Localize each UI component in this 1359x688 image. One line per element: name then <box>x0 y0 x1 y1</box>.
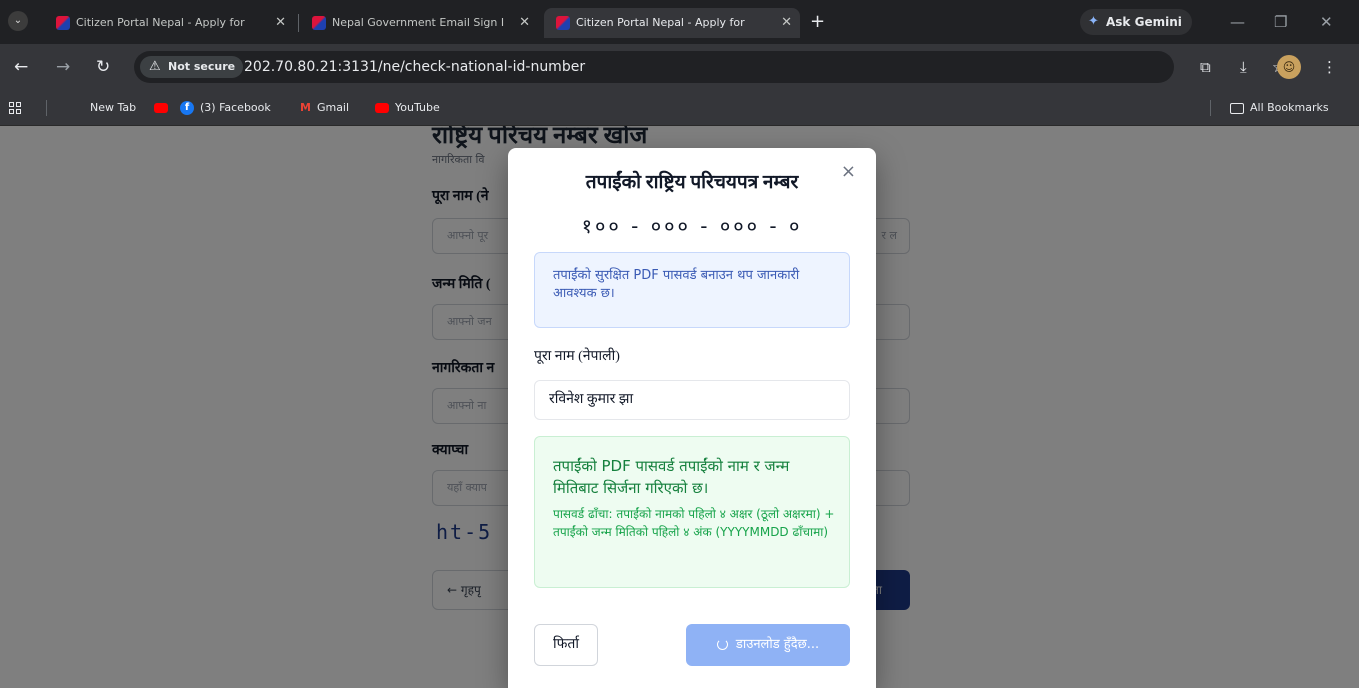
address-bar[interactable]: ⚠ Not secure 202.70.80.21:3131/ne/check-… <box>134 51 1285 83</box>
back-button[interactable]: फिर्ता <box>534 624 598 666</box>
facebook-icon: f <box>180 101 194 115</box>
more-menu-icon[interactable]: ⋮ <box>1322 56 1337 78</box>
warning-triangle-icon: ⚠ <box>149 59 161 74</box>
close-tab-icon[interactable]: ✕ <box>519 8 530 38</box>
fullname-nepali-input[interactable]: रविनेश कुमार झा <box>534 380 850 420</box>
tab-email-signin[interactable]: Nepal Government Email Sign I ✕ <box>300 8 538 38</box>
ask-gemini-button[interactable]: ✦ Ask Gemini <box>1080 9 1192 35</box>
tab-strip: ⌄ Citizen Portal Nepal - Apply for ✕ Nep… <box>0 0 1359 44</box>
toolbar: ← → ↻ ⚠ Not secure 202.70.80.21:3131/ne/… <box>0 44 1359 90</box>
password-info-alert: तपाईंको PDF पासवर्ड तपाईंको नाम र जन्म म… <box>534 436 850 588</box>
nepal-flag-icon <box>312 16 326 30</box>
folder-icon <box>1230 102 1244 114</box>
gmail-icon: M <box>300 101 311 114</box>
password-format-hint: पासवर्ड ढाँचा: तपाईंको नामको पहिलो ४ अक्… <box>553 507 835 539</box>
back-arrow-icon[interactable]: ← <box>14 56 28 78</box>
tab-citizen-portal-1[interactable]: Citizen Portal Nepal - Apply for ✕ <box>44 8 294 38</box>
apps-grid-icon[interactable] <box>9 102 21 114</box>
info-alert: तपाईंको सुरक्षित PDF पासवर्ड बनाउन थप जा… <box>534 252 850 328</box>
loading-spinner-icon <box>716 639 728 650</box>
tab-citizen-portal-active[interactable]: Citizen Portal Nepal - Apply for ✕ <box>544 8 800 38</box>
close-window-icon[interactable]: ✕ <box>1320 10 1333 34</box>
bookmarks-bar: New Tab f (3) Facebook M Gmail YouTube All… <box>0 90 1359 126</box>
minimize-icon[interactable]: — <box>1230 10 1245 34</box>
download-icon[interactable]: ⤓ <box>1240 56 1247 78</box>
bookmark-youtube-red[interactable] <box>154 90 174 126</box>
new-tab-button[interactable]: + <box>810 10 825 34</box>
url-text[interactable]: 202.70.80.21:3131/ne/check-national-id-n… <box>244 51 585 83</box>
modal-title: तपाईंको राष्ट्रिय परिचयपत्र नम्बर <box>585 172 799 193</box>
close-tab-icon[interactable]: ✕ <box>781 8 792 38</box>
bookmark-separator <box>1210 100 1211 116</box>
fullname-nepali-label: पूरा नाम (नेपाली) <box>534 349 620 364</box>
security-chip[interactable]: ⚠ Not secure <box>140 56 244 78</box>
nepal-flag-icon <box>56 16 70 30</box>
reload-icon[interactable]: ↻ <box>96 56 110 78</box>
download-button[interactable]: डाउनलोड हुँदैछ... <box>686 624 850 666</box>
bookmark-separator <box>46 100 47 116</box>
password-info-main: तपाईंको PDF पासवर्ड तपाईंको नाम र जन्म म… <box>553 457 790 497</box>
bookmark-new-tab[interactable]: New Tab <box>90 90 136 126</box>
youtube-icon <box>375 103 389 113</box>
extensions-puzzle-icon[interactable]: ⧉ <box>1200 56 1211 78</box>
profile-avatar[interactable]: ☺ <box>1277 55 1301 79</box>
nepal-flag-icon <box>556 16 570 30</box>
close-tab-icon[interactable]: ✕ <box>275 8 286 38</box>
gemini-sparkle-icon: ✦ <box>1088 14 1099 29</box>
restore-icon[interactable]: ❐ <box>1274 10 1287 34</box>
tab-search-chevron-icon[interactable]: ⌄ <box>8 11 28 31</box>
tab-separator <box>298 14 299 32</box>
bookmark-youtube[interactable]: YouTube <box>375 90 440 126</box>
national-id-number: १०० - ००० - ००० - ० <box>581 214 803 238</box>
bookmark-gmail[interactable]: M Gmail <box>300 90 349 126</box>
bookmark-facebook[interactable]: f (3) Facebook <box>180 90 271 126</box>
youtube-icon <box>154 103 168 113</box>
forward-arrow-icon[interactable]: → <box>56 56 70 78</box>
national-id-modal: × तपाईंको राष्ट्रिय परिचयपत्र नम्बर १०० … <box>508 148 876 688</box>
all-bookmarks[interactable]: All Bookmarks <box>1230 90 1329 126</box>
